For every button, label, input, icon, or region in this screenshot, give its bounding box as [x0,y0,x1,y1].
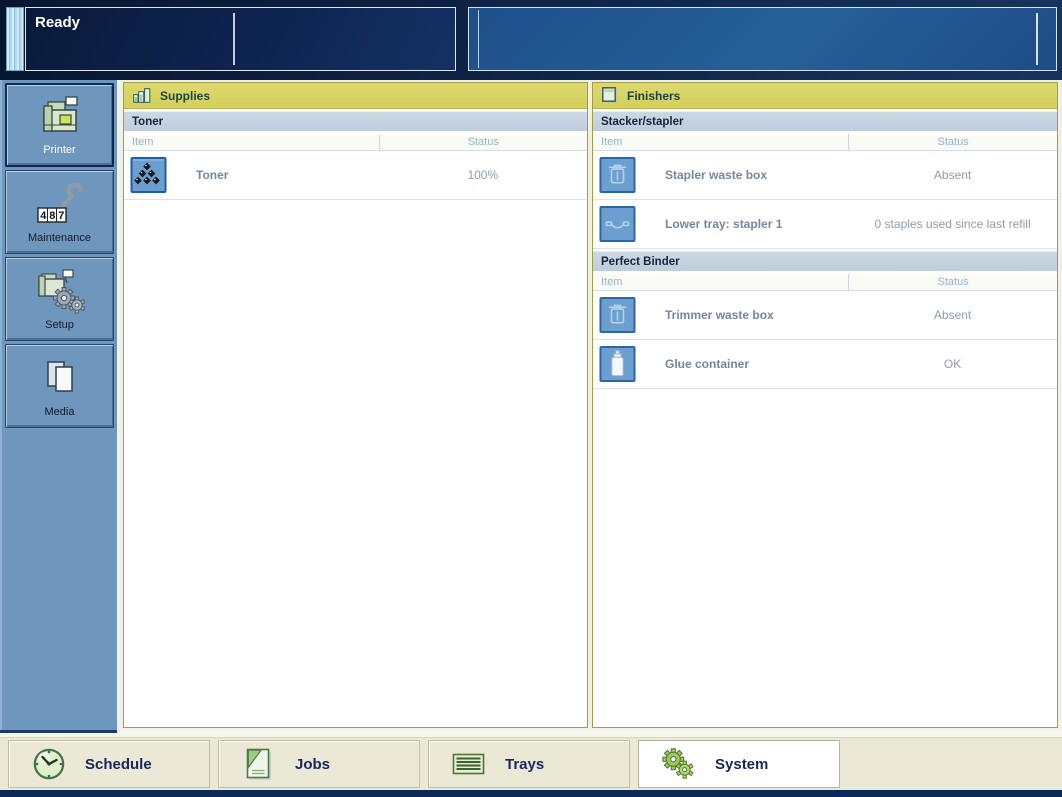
sidebar-item-setup[interactable]: Setup [5,257,114,341]
tab-label: Trays [505,755,545,773]
row-label: Toner [196,168,229,182]
status-panel-divider [233,13,235,65]
section-title: Perfect Binder [593,251,1057,271]
row-label: Trimmer waste box [665,308,774,322]
finishers-icon [602,87,618,104]
glue-icon [599,346,636,383]
sidebar-bottom-edge [0,730,117,735]
column-header-item: Item [601,276,623,288]
column-headers: Item Status [593,274,1057,291]
printer-status-panel: Ready [25,7,456,71]
jobs-icon [241,747,277,781]
top-info-panel [468,7,1057,71]
column-header-status: Status [378,134,587,150]
row-label: Glue container [665,357,750,371]
toner-icon [130,157,167,194]
sidebar-item-label: Setup [45,319,74,331]
sidebar-item-printer[interactable]: Printer [5,83,114,167]
sidebar-item-media[interactable]: Media [5,344,114,428]
supplies-panel-header: Supplies [124,83,587,109]
finishers-panel-title: Finishers [627,88,681,103]
stripe-decoration [6,7,24,71]
stapler-icon [599,206,636,243]
column-headers: Item Status [593,134,1057,151]
svg-text:7: 7 [58,211,65,223]
section-title: Stacker/stapler [593,111,1057,131]
printer-icon [35,85,85,144]
tab-label: Jobs [295,755,331,773]
section-toner: Toner Item Status Toner 100% [124,111,587,200]
column-header-status: Status [848,274,1057,290]
row-lower-tray-stapler-1[interactable]: Lower tray: stapler 1 0 staples used sin… [593,200,1057,249]
waste-box-icon [599,297,636,334]
printer-console-screen: Ready Printer 4 8 7 Maintenance Setup Me… [0,0,1062,797]
section-stacker-stapler: Stacker/stapler Item Status Stapler wast… [593,111,1057,249]
top-status-bar: Ready [0,0,1062,80]
tab-jobs[interactable]: Jobs [218,740,420,788]
setup-icon [33,258,87,319]
tab-label: Schedule [85,755,152,773]
column-header-item: Item [601,136,623,148]
sidebar-item-label: Printer [43,144,76,156]
supplies-panel: Supplies Toner Item Status Toner 100% [123,82,588,728]
clock-icon [31,747,67,781]
trays-icon [451,751,487,777]
waste-box-icon [599,157,636,194]
content-area: Supplies Toner Item Status Toner 100% Fi… [119,80,1062,730]
supplies-icon [133,88,151,103]
row-toner[interactable]: Toner 100% [124,151,587,200]
tab-label: System [715,755,769,773]
column-header-status: Status [848,134,1057,150]
row-label: Lower tray: stapler 1 [665,217,783,231]
sidebar-item-label: Maintenance [28,232,91,244]
info-panel-divider [1036,13,1038,65]
printer-status-text: Ready [35,14,81,31]
media-icon [39,345,81,406]
row-label: Stapler waste box [665,168,768,182]
screen-bottom-edge [0,790,1062,797]
finishers-panel-header: Finishers [593,83,1057,109]
row-status: 100% [467,168,499,182]
row-status: 0 staples used since last refill [874,217,1031,231]
sidebar: Printer 4 8 7 Maintenance Setup Media [0,80,119,730]
supplies-panel-title: Supplies [160,88,211,103]
tab-schedule[interactable]: Schedule [8,740,210,788]
main-area: Printer 4 8 7 Maintenance Setup Media Su… [0,80,1062,730]
column-header-item: Item [132,136,154,148]
tab-trays[interactable]: Trays [428,740,630,788]
row-stapler-waste-box[interactable]: Stapler waste box Absent [593,151,1057,200]
svg-text:4: 4 [40,211,47,223]
row-glue-container[interactable]: Glue container OK [593,340,1057,389]
info-panel-inner-border [478,10,479,68]
finishers-panel: Finishers Stacker/stapler Item Status St… [592,82,1058,728]
sidebar-item-maintenance[interactable]: 4 8 7 Maintenance [5,170,114,254]
row-status: Absent [933,168,972,182]
section-title: Toner [124,111,587,131]
section-perfect-binder: Perfect Binder Item Status Trimmer waste… [593,251,1057,389]
bottom-tab-bar: Schedule Jobs Trays System [0,737,1062,790]
maintenance-icon: 4 8 7 [34,171,86,232]
row-status: Absent [933,308,972,322]
gears-icon [661,747,697,781]
row-trimmer-waste-box[interactable]: Trimmer waste box Absent [593,291,1057,340]
svg-text:8: 8 [49,211,56,223]
bottom-separator [0,730,1062,737]
tab-system[interactable]: System [638,740,840,788]
sidebar-item-label: Media [44,406,75,418]
column-headers: Item Status [124,134,587,151]
row-status: OK [943,357,962,371]
